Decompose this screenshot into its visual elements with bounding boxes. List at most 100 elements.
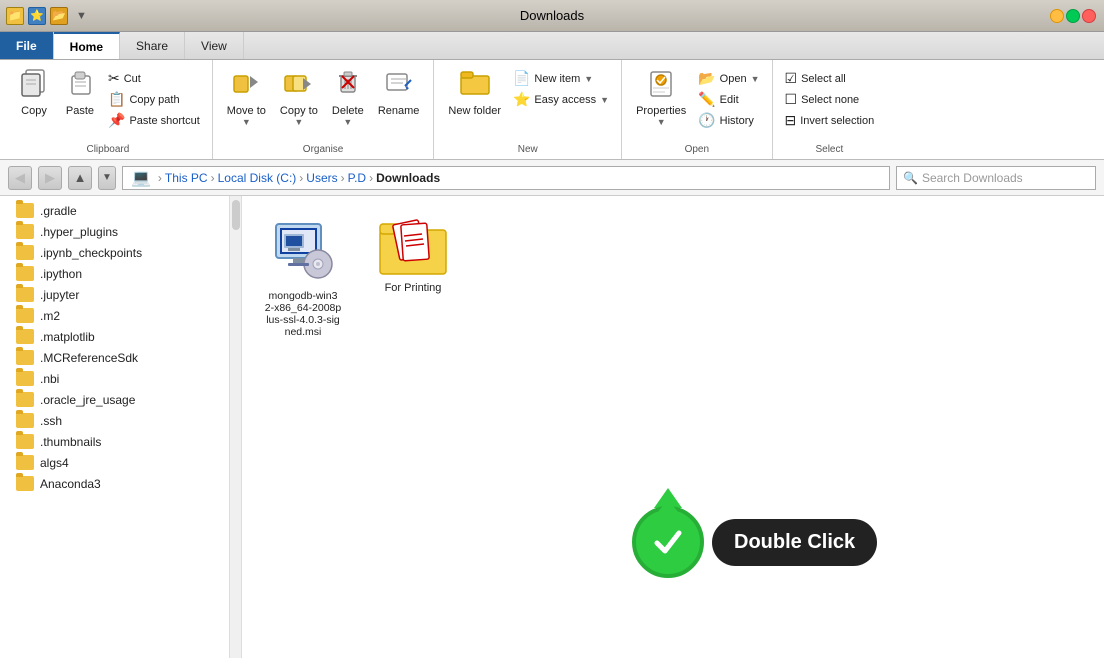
select-none-button[interactable]: ☐ Select none [781,89,879,110]
folder-icon [16,266,34,281]
copy-path-button[interactable]: 📋 Copy path [104,89,204,110]
copy-to-arrow: ▼ [294,117,303,127]
invert-selection-button[interactable]: ⊟ Invert selection [781,110,879,131]
sidebar-item[interactable]: .nbi [0,368,229,389]
quick-access-arrow: ▼ [76,10,87,22]
paste-shortcut-button[interactable]: 📌 Paste shortcut [104,110,204,131]
recent-locations-button[interactable]: ▼ [98,166,116,190]
sidebar-item[interactable]: .hyper_plugins [0,221,229,242]
invert-selection-icon: ⊟ [785,112,797,129]
folder-icon [16,413,34,428]
forward-button[interactable]: ▶ [38,166,62,190]
ribbon-group-clipboard: Copy Paste ✂ Cut [4,60,213,159]
move-to-arrow: ▼ [242,117,251,127]
sidebar-item[interactable]: .jupyter [0,284,229,305]
sidebar-item[interactable]: .matplotlib [0,326,229,347]
new-item-button[interactable]: 📄 New item ▼ [509,68,613,89]
properties-icon [645,66,677,103]
paste-button[interactable]: Paste [58,64,102,119]
tab-view[interactable]: View [185,32,244,59]
tab-file[interactable]: File [0,32,54,59]
sidebar-item[interactable]: Anaconda3 [0,473,229,494]
msi-file-name: mongodb-win32-x86_64-2008plus-ssl-4.0.3-… [265,290,341,338]
sidebar-item[interactable]: .oracle_jre_usage [0,389,229,410]
app-icon-folder: 📁 [6,7,24,25]
copy-icon [18,66,50,103]
main-area: .gradle .hyper_plugins .ipynb_checkpoint… [0,196,1104,658]
back-button[interactable]: ◀ [8,166,32,190]
ribbon-group-open: Properties ▼ 📂 Open ▼ ✏️ Edit 🕐 History [622,60,772,159]
folder-icon [16,224,34,239]
select-small-buttons: ☑ Select all ☐ Select none ⊟ Invert sele… [781,64,879,135]
for-printing-folder-icon [378,216,448,278]
sidebar-item[interactable]: .thumbnails [0,431,229,452]
sidebar-item[interactable]: .MCReferenceSdk [0,347,229,368]
ribbon-tabs: File Home Share View [0,32,1104,60]
sidebar-item[interactable]: .m2 [0,305,229,326]
sidebar-item[interactable]: .gradle [0,200,229,221]
sidebar-item[interactable]: algs4 [0,452,229,473]
up-button[interactable]: ▲ [68,166,92,190]
rename-button[interactable]: Rename [372,64,426,119]
new-item-icon: 📄 [513,70,530,87]
app-icon-star: ⭐ [28,7,46,25]
delete-icon [332,66,364,103]
search-box[interactable]: 🔍 Search Downloads [896,166,1096,190]
edit-button[interactable]: ✏️ Edit [694,89,763,110]
maximize-button[interactable] [1066,9,1080,23]
breadcrumb-pd[interactable]: P.D [348,171,366,185]
scrollbar-thumb[interactable] [232,200,240,230]
tab-home[interactable]: Home [54,32,120,59]
copy-button[interactable]: Copy [12,64,56,119]
folder-icon [16,245,34,260]
rename-icon [383,66,415,103]
select-all-icon: ☑ [785,70,798,87]
folder-icon [16,350,34,365]
window-title: Downloads [520,8,584,23]
copy-path-icon: 📋 [108,91,125,108]
breadcrumb-users[interactable]: Users [306,171,337,185]
new-folder-button[interactable]: New folder [442,64,507,119]
copy-to-button[interactable]: Copy to ▼ [274,64,324,129]
paste-icon [64,66,96,103]
open-button[interactable]: 📂 Open ▼ [694,68,763,89]
paste-shortcut-icon: 📌 [108,112,125,129]
breadcrumb-thispc[interactable]: This PC [165,171,208,185]
properties-button[interactable]: Properties ▼ [630,64,692,129]
easy-access-button[interactable]: ⭐ Easy access ▼ [509,89,613,110]
close-button[interactable] [1082,9,1096,23]
file-grid: mongodb-win32-x86_64-2008plus-ssl-4.0.3-… [258,212,1088,342]
open-buttons: Properties ▼ 📂 Open ▼ ✏️ Edit 🕐 History [630,64,763,142]
sidebar-item[interactable]: .ipython [0,263,229,284]
open-icon: 📂 [698,70,715,87]
select-buttons: ☑ Select all ☐ Select none ⊟ Invert sele… [781,64,879,142]
tab-share[interactable]: Share [120,32,185,59]
breadcrumb-localdisk[interactable]: Local Disk (C:) [218,171,297,185]
folder-icon [16,308,34,323]
sidebar-scrollbar[interactable] [230,196,242,658]
sidebar-item[interactable]: .ssh [0,410,229,431]
minimize-button[interactable] [1050,9,1064,23]
green-check-container [632,506,704,578]
delete-button[interactable]: Delete ▼ [326,64,370,129]
clipboard-small-buttons: ✂ Cut 📋 Copy path 📌 Paste shortcut [104,64,204,135]
cut-button[interactable]: ✂ Cut [104,68,204,89]
new-folder-icon [459,66,491,103]
sidebar-item[interactable]: .ipynb_checkpoints [0,242,229,263]
select-none-icon: ☐ [785,91,798,108]
folder-name: For Printing [385,282,442,294]
address-box[interactable]: 💻 › This PC › Local Disk (C:) › Users › … [122,166,890,190]
ribbon-group-select: ☑ Select all ☐ Select none ⊟ Invert sele… [773,60,887,159]
move-to-button[interactable]: Move to ▼ [221,64,272,129]
file-item-folder[interactable]: For Printing [368,212,458,298]
file-item-msi[interactable]: mongodb-win32-x86_64-2008plus-ssl-4.0.3-… [258,212,348,342]
history-button[interactable]: 🕐 History [694,110,763,131]
window-controls [1050,9,1096,23]
history-icon: 🕐 [698,112,715,129]
cut-icon: ✂ [108,70,120,87]
select-all-button[interactable]: ☑ Select all [781,68,879,89]
ribbon-group-organise: Move to ▼ Copy to ▼ [213,60,435,159]
open-small-buttons: 📂 Open ▼ ✏️ Edit 🕐 History [694,64,763,135]
edit-icon: ✏️ [698,91,715,108]
new-small-buttons: 📄 New item ▼ ⭐ Easy access ▼ [509,64,613,114]
